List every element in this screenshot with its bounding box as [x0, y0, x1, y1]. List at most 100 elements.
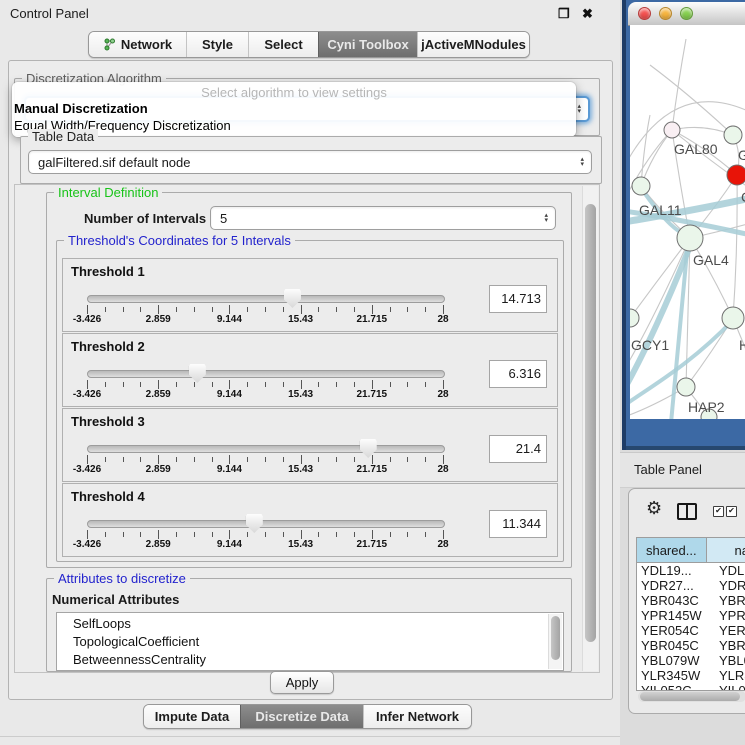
- network-node[interactable]: [724, 126, 742, 144]
- threshold-value-field[interactable]: 21.4: [489, 435, 547, 463]
- network-node-label: H: [739, 337, 745, 353]
- network-node[interactable]: [632, 177, 650, 195]
- attributes-list-scrollbar[interactable]: [548, 614, 562, 669]
- tab-select[interactable]: Select: [248, 32, 318, 57]
- network-canvas[interactable]: GAL80GACGAL11GAL4GCY1HHAP2: [630, 25, 745, 419]
- network-node[interactable]: [722, 307, 744, 329]
- tab-jactivemnodules[interactable]: jActiveMNodules: [417, 32, 529, 57]
- slider-tick: [176, 382, 177, 387]
- slider-tick: [229, 530, 230, 539]
- table-row[interactable]: YDR27...YDR2: [637, 578, 745, 593]
- threshold-value-field[interactable]: 11.344: [489, 510, 547, 538]
- threshold-value-field[interactable]: 14.713: [489, 285, 547, 313]
- slider-tick-label: 15.43: [288, 389, 313, 400]
- network-node[interactable]: [677, 378, 695, 396]
- number-of-intervals-combobox[interactable]: 5 ▴▾: [210, 206, 556, 230]
- slider-tick: [301, 305, 302, 314]
- vertical-scrollbar[interactable]: [582, 186, 598, 671]
- cell-shared-name: YIL052C: [637, 683, 713, 691]
- table-data-combobox[interactable]: galFiltered.sif default node ▴▾: [28, 150, 592, 174]
- slider-tick-label: 28: [437, 314, 448, 325]
- slider-tick: [105, 457, 106, 462]
- float-window-icon[interactable]: ❒: [558, 6, 570, 22]
- tab-discretize-data[interactable]: Discretize Data: [240, 705, 363, 728]
- combo-spinner-icon: ▴▾: [577, 104, 581, 114]
- node-attribute-table[interactable]: shared... na YDL19...YDL1YDR27...YDR2YBR…: [636, 537, 745, 691]
- slider-tick-label: 15.43: [288, 464, 313, 475]
- list-item[interactable]: SelfLoops: [73, 615, 563, 633]
- slider-tick: [105, 307, 106, 312]
- cell-name: YLR3: [713, 668, 745, 683]
- table-row[interactable]: YBL079WYBL0: [637, 653, 745, 668]
- slider-tick: [318, 307, 319, 312]
- horizontal-scrollbar-thumb[interactable]: [640, 692, 740, 701]
- tab-network[interactable]: Network: [89, 32, 186, 57]
- slider-track[interactable]: [87, 520, 445, 528]
- slider-tick: [336, 382, 337, 387]
- network-node[interactable]: [630, 309, 639, 327]
- threshold-value-field[interactable]: 6.316: [489, 360, 547, 388]
- vertical-scrollbar-thumb[interactable]: [585, 204, 596, 642]
- tab-impute-data[interactable]: Impute Data: [144, 705, 240, 728]
- table-data-group-title: Table Data: [28, 129, 98, 144]
- cell-shared-name: YER054C: [637, 623, 713, 638]
- window-frame-edge: [622, 0, 626, 450]
- slider-tick: [140, 457, 141, 462]
- column-header-shared-name[interactable]: shared...: [637, 538, 707, 562]
- column-header-name[interactable]: na: [707, 538, 745, 562]
- network-node[interactable]: [664, 122, 680, 138]
- slider-track[interactable]: [87, 295, 445, 303]
- slider-thumb[interactable]: [246, 514, 263, 533]
- list-item[interactable]: TopologicalCoefficient: [73, 633, 563, 651]
- horizontal-scrollbar[interactable]: [638, 691, 745, 702]
- gear-icon[interactable]: ⚙: [646, 498, 662, 519]
- dropdown-option-manual-discretization[interactable]: Manual Discretization: [14, 101, 148, 116]
- slider-tick: [247, 532, 248, 537]
- table-row[interactable]: YIL052CYIL0: [637, 683, 745, 691]
- checkbox-icon[interactable]: ✔: [713, 506, 724, 517]
- slider-thumb[interactable]: [360, 439, 377, 458]
- cell-name: YDL1: [713, 563, 745, 578]
- checkbox-icon[interactable]: ✔: [726, 506, 737, 517]
- slider-tick-label: 9.144: [217, 464, 242, 475]
- cell-name: YIL0: [713, 683, 745, 691]
- table-row[interactable]: YER054CYER0: [637, 623, 745, 638]
- network-node[interactable]: [677, 225, 703, 251]
- network-node[interactable]: [727, 165, 745, 185]
- table-row[interactable]: YPR145WYPR1: [637, 608, 745, 623]
- tab-cyni-toolbox[interactable]: Cyni Toolbox: [318, 32, 417, 57]
- close-panel-icon[interactable]: ✖: [582, 6, 593, 22]
- slider-tick: [407, 382, 408, 387]
- apply-button[interactable]: Apply: [270, 671, 334, 694]
- slider-thumb[interactable]: [284, 289, 301, 308]
- table-panel: ⚙ ✔ ✔ shared... na YDL19...YDL1YDR27...Y…: [628, 488, 745, 714]
- slider-thumb[interactable]: [189, 364, 206, 383]
- slider-tick: [194, 532, 195, 537]
- close-traffic-light[interactable]: [638, 7, 651, 20]
- table-row[interactable]: YBR045CYBR0: [637, 638, 745, 653]
- slider-tick: [194, 307, 195, 312]
- table-row[interactable]: YBR043CYBR0: [637, 593, 745, 608]
- tab-infer-network[interactable]: Infer Network: [363, 705, 471, 728]
- minimize-traffic-light[interactable]: [659, 7, 672, 20]
- number-of-intervals-value: 5: [220, 211, 227, 226]
- slider-track[interactable]: [87, 445, 445, 453]
- table-row[interactable]: YLR345WYLR3: [637, 668, 745, 683]
- numerical-attributes-list[interactable]: SelfLoopsTopologicalCoefficientBetweenne…: [56, 612, 564, 671]
- slider-track[interactable]: [87, 370, 445, 378]
- slider-tick-label: 2.859: [146, 389, 171, 400]
- slider-tick: [140, 382, 141, 387]
- cell-shared-name: YDL19...: [637, 563, 713, 578]
- network-window-titlebar[interactable]: [628, 2, 745, 26]
- slider-tick: [176, 457, 177, 462]
- list-item[interactable]: BetweennessCentrality: [73, 651, 563, 669]
- split-view-icon[interactable]: [677, 503, 697, 520]
- tab-style[interactable]: Style: [186, 32, 248, 57]
- zoom-traffic-light[interactable]: [680, 7, 693, 20]
- attributes-list-scrollbar-thumb[interactable]: [551, 616, 560, 660]
- tab-label: Infer Network: [376, 709, 459, 724]
- numerical-attributes-label: Numerical Attributes: [52, 592, 179, 607]
- slider-tick-label: -3.426: [73, 314, 101, 325]
- slider-tick-label: 9.144: [217, 314, 242, 325]
- table-row[interactable]: YDL19...YDL1: [637, 563, 745, 578]
